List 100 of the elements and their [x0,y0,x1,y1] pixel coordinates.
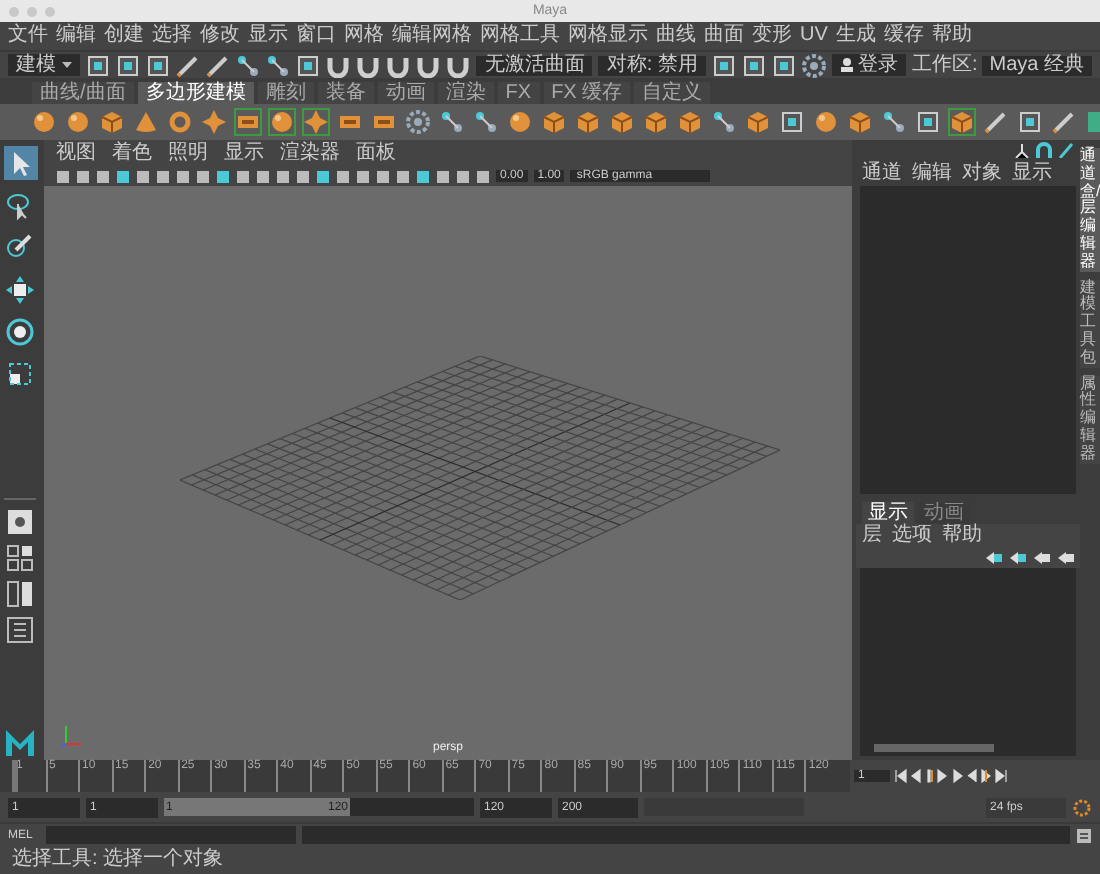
menu-item[interactable]: 显示 [248,26,288,46]
menu-item[interactable]: 选项 [892,526,932,546]
menu-item[interactable]: 曲线 [656,26,696,46]
menu-item[interactable]: 编辑网格 [392,26,472,46]
tool-button[interactable] [3,314,37,348]
frame-icon[interactable] [741,53,766,77]
shelf-tab[interactable]: 曲线/曲面 [32,82,134,104]
menu-item[interactable]: 网格工具 [480,26,560,46]
workspace-dropdown[interactable]: Maya 经典 [981,55,1092,75]
menu-item[interactable]: 帮助 [931,26,972,46]
menu-item[interactable]: 修改 [200,26,240,46]
ball-icon[interactable] [32,110,56,134]
magnet-icon[interactable] [416,53,441,77]
layer-arrow-icon[interactable] [1058,552,1074,564]
command-input-field[interactable] [46,826,296,844]
layer-tab[interactable]: 显示 [862,502,914,524]
menu-item[interactable]: 编辑 [56,26,96,46]
magnet-icon[interactable] [386,53,411,77]
menu-item[interactable]: 曲面 [704,26,744,46]
magnet-icon[interactable] [356,53,381,77]
star-icon[interactable] [202,110,226,134]
settings-icon[interactable] [1072,797,1092,817]
nodes-icon[interactable] [236,53,261,77]
layer-arrow-icon[interactable] [1034,552,1050,564]
menu-item[interactable]: 对象 [962,163,1002,183]
shelf-tab[interactable]: 雕刻 [257,82,314,104]
menu-item[interactable]: 显示 [1012,163,1052,183]
magnet-icon[interactable] [326,53,351,77]
menu-item[interactable]: 变形 [752,26,792,46]
pen-icon[interactable] [984,110,1008,134]
cube-icon[interactable] [746,110,770,134]
side-tab[interactable]: 属性编辑器 [1080,375,1100,464]
shelf-tab[interactable]: 多边形建模 [137,82,254,104]
shelf-tab[interactable]: FX [497,82,540,104]
shelf-tab[interactable]: 装备 [317,82,374,104]
menu-item[interactable]: 编辑 [912,163,952,183]
menu-item[interactable]: UV [800,26,828,46]
cube-icon[interactable] [644,110,668,134]
menu-item[interactable]: 通道 [862,163,902,183]
script-editor-icon[interactable] [1076,827,1092,843]
menu-item[interactable]: 窗口 [296,26,336,46]
frame-icon[interactable] [116,53,141,77]
frame-icon[interactable] [771,53,796,77]
menu-item[interactable]: 面板 [356,143,396,163]
star-icon[interactable] [304,110,328,134]
menu-item[interactable]: 生成 [835,26,876,46]
layout-icon[interactable] [6,580,34,608]
cube-icon[interactable] [542,110,566,134]
menu-item[interactable]: 显示 [224,143,264,163]
layer-arrow-icon[interactable] [1010,552,1026,564]
login-button[interactable]: 登录 [831,54,906,76]
menu-item[interactable]: 渲染器 [280,143,340,163]
cone-icon[interactable] [134,110,158,134]
nodes-icon[interactable] [266,53,291,77]
frame-icon[interactable] [86,53,111,77]
menu-item[interactable]: 着色 [112,143,152,163]
menu-item[interactable]: 帮助 [942,526,982,546]
cube-icon[interactable] [100,110,124,134]
symmetry-dropdown[interactable]: 对称: 禁用 [598,55,706,75]
shelf-tab[interactable]: 自定义 [634,82,711,104]
cube-icon[interactable] [610,110,634,134]
surface-field[interactable]: 无激活曲面 [476,55,593,75]
pen-icon[interactable] [206,53,231,77]
tool-button[interactable] [3,272,37,306]
pen-icon[interactable] [176,53,201,77]
shelf-tab[interactable]: 动画 [377,82,434,104]
ball-icon[interactable] [66,110,90,134]
plate-icon[interactable] [338,110,362,134]
nodes-icon[interactable] [712,110,736,134]
frame-icon[interactable] [146,53,171,77]
cog-icon[interactable] [406,110,430,134]
tool-button[interactable] [3,146,37,180]
nodes-icon[interactable] [882,110,906,134]
frame-icon[interactable] [711,53,736,77]
frame-icon[interactable] [296,53,321,77]
layer-arrow-icon[interactable] [986,552,1002,564]
plate-icon[interactable] [236,110,260,134]
cube-icon[interactable] [950,110,974,134]
nodes-icon[interactable] [440,110,464,134]
menu-item[interactable]: 选择 [152,26,192,46]
menu-item[interactable]: 层 [862,526,882,546]
cube-icon[interactable] [848,110,872,134]
panel-tool-icon[interactable] [1014,142,1030,158]
shelf-tab[interactable]: FX 缓存 [543,82,631,104]
layout-icon[interactable] [6,544,34,572]
side-tab[interactable]: 通道盒/层编辑器 [1080,148,1100,272]
current-frame-marker[interactable] [12,760,18,792]
menu-item[interactable]: 视图 [56,143,96,163]
frame-icon[interactable] [916,110,940,134]
mode-dropdown[interactable]: 建模 [8,54,81,76]
ring-icon[interactable] [168,110,192,134]
ball-icon[interactable] [270,110,294,134]
cube-icon[interactable] [576,110,600,134]
menu-item[interactable]: 网格 [344,26,384,46]
menu-item[interactable]: 网格显示 [568,26,648,46]
menu-item[interactable]: 创建 [104,26,144,46]
pen-icon[interactable] [1052,110,1076,134]
ball-icon[interactable] [814,110,838,134]
magnet-icon[interactable] [446,53,471,77]
side-tab[interactable]: 建模工具包 [1080,279,1100,368]
